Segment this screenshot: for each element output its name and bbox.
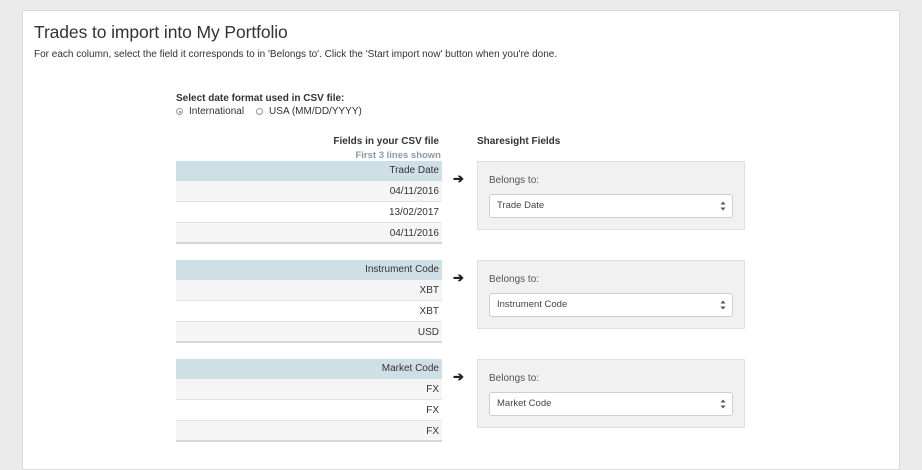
import-panel: Trades to import into My Portfolio For e… [22,10,900,470]
csv-fields-subheader: First 3 lines shown [355,150,441,161]
chevron-up-down-icon [720,300,726,310]
belongs-to-label: Belongs to: [489,175,540,186]
arrow-right-icon: ➔ [453,171,464,186]
mapping-box-trade-date: Belongs to: Trade Date [477,161,745,230]
csv-cell: 13/02/2017 [176,202,442,223]
csv-cell: USD [176,322,442,343]
csv-column-header: Trade Date [176,161,442,181]
date-format-radio-group: International USA (MM/DD/YYYY) [176,106,374,117]
belongs-to-select-instrument-code[interactable]: Instrument Code [489,293,733,317]
csv-column-instrument-code: Instrument Code XBT XBT USD [176,260,442,343]
mapping-box-market-code: Belongs to: Market Code [477,359,745,428]
radio-unchecked-icon[interactable] [256,108,264,115]
radio-usa-label: USA (MM/DD/YYYY) [269,106,362,117]
belongs-to-select-trade-date[interactable]: Trade Date [489,194,733,218]
mapping-box-instrument-code: Belongs to: Instrument Code [477,260,745,329]
csv-cell: 04/11/2016 [176,223,442,244]
radio-checked-icon[interactable] [176,108,183,115]
instructions-text: For each column, select the field it cor… [34,49,558,60]
belongs-to-select-market-code[interactable]: Market Code [489,392,733,416]
select-value: Instrument Code [497,299,568,310]
csv-column-header: Instrument Code [176,260,442,280]
belongs-to-label: Belongs to: [489,373,540,384]
csv-cell: XBT [176,301,442,322]
radio-international[interactable]: International [176,106,244,117]
csv-column-trade-date: Trade Date 04/11/2016 13/02/2017 04/11/2… [176,161,442,244]
sharesight-fields-header: Sharesight Fields [477,136,561,147]
select-value: Trade Date [497,200,545,211]
select-value: Market Code [497,398,552,409]
date-format-label: Select date format used in CSV file: [176,93,345,104]
csv-cell: FX [176,400,442,421]
page-title: Trades to import into My Portfolio [34,22,288,42]
radio-usa[interactable]: USA (MM/DD/YYYY) [256,106,362,117]
belongs-to-label: Belongs to: [489,274,540,285]
csv-cell: 04/11/2016 [176,181,442,202]
radio-international-label: International [189,106,245,117]
csv-column-header: Market Code [176,359,442,379]
csv-column-market-code: Market Code FX FX FX [176,359,442,442]
chevron-up-down-icon [720,201,726,211]
arrow-right-icon: ➔ [453,369,464,384]
csv-fields-header: Fields in your CSV file [333,136,439,147]
csv-cell: FX [176,379,442,400]
csv-cell: FX [176,421,442,442]
csv-cell: XBT [176,280,442,301]
arrow-right-icon: ➔ [453,270,464,285]
chevron-up-down-icon [720,399,726,409]
